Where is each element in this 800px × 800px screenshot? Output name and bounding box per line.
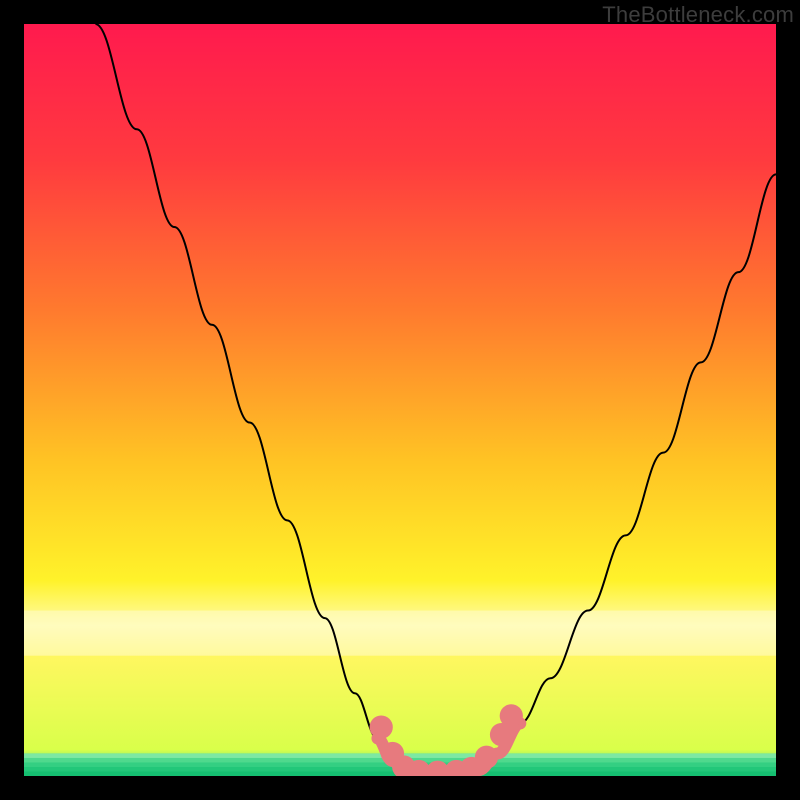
bottleneck-curve-chart — [24, 24, 776, 776]
watermark-text: TheBottleneck.com — [602, 2, 794, 28]
marker-dot — [500, 704, 523, 727]
marker-dot — [370, 716, 393, 739]
chart-frame — [24, 24, 776, 776]
gradient-background — [24, 24, 776, 776]
pale-yellow-band — [24, 611, 776, 656]
marker-dot — [475, 746, 498, 769]
